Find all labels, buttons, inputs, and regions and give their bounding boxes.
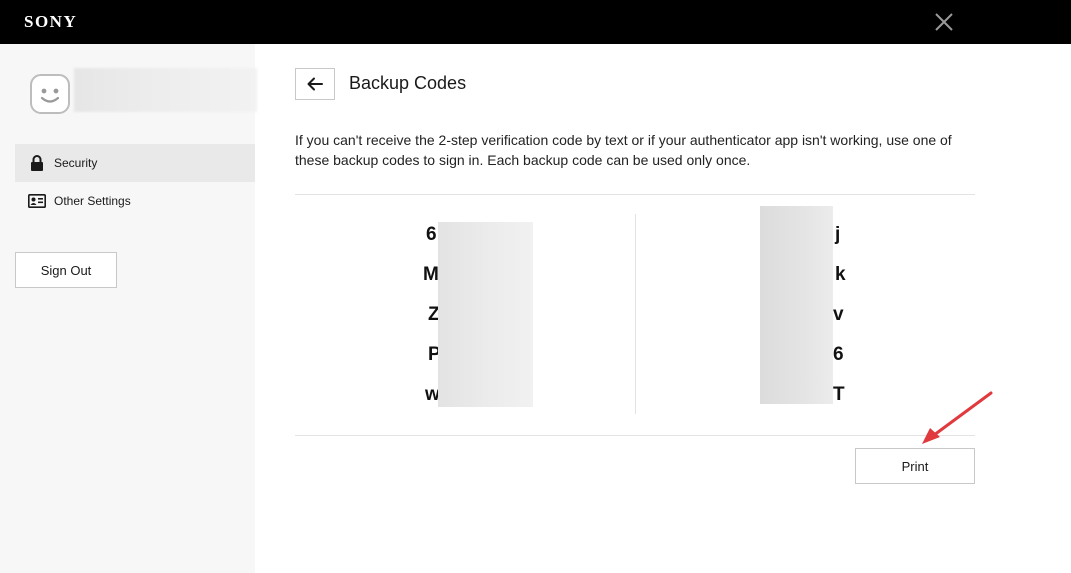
backup-code: j	[835, 224, 841, 245]
brand-logo: SONY	[24, 12, 78, 31]
id-card-icon	[28, 193, 46, 209]
top-bar: SONY	[0, 0, 1071, 44]
backup-code: v	[833, 304, 844, 325]
back-button[interactable]	[295, 68, 335, 100]
backup-code: k	[835, 264, 846, 285]
print-button[interactable]: Print	[855, 448, 975, 484]
column-divider	[635, 214, 636, 414]
close-icon	[935, 13, 953, 31]
sidebar-item-other-settings[interactable]: Other Settings	[15, 182, 255, 220]
account-name-redacted	[74, 68, 257, 112]
backup-code: 6	[833, 344, 844, 365]
arrow-left-icon	[307, 77, 323, 91]
sidebar-item-security[interactable]: Security	[15, 144, 255, 182]
codes-redacted-left	[438, 222, 533, 407]
divider	[295, 194, 975, 195]
page-title: Backup Codes	[349, 73, 467, 93]
backup-code: M	[423, 264, 439, 285]
lock-icon	[28, 155, 46, 171]
backup-code: 6	[426, 224, 437, 245]
sidebar: Security Other Settings Sign Out	[0, 44, 257, 573]
close-button[interactable]	[932, 10, 956, 34]
codes-redacted-right	[760, 206, 833, 404]
sidebar-item-label: Other Settings	[54, 194, 131, 208]
backup-code: T	[833, 384, 845, 405]
divider	[295, 435, 975, 436]
sidebar-item-label: Security	[54, 156, 98, 170]
backup-codes-description: If you can't receive the 2-step verifica…	[295, 132, 952, 168]
sign-out-button[interactable]: Sign Out	[15, 252, 117, 288]
smiley-avatar-icon	[30, 74, 70, 114]
annotation-arrow-icon	[922, 391, 993, 444]
